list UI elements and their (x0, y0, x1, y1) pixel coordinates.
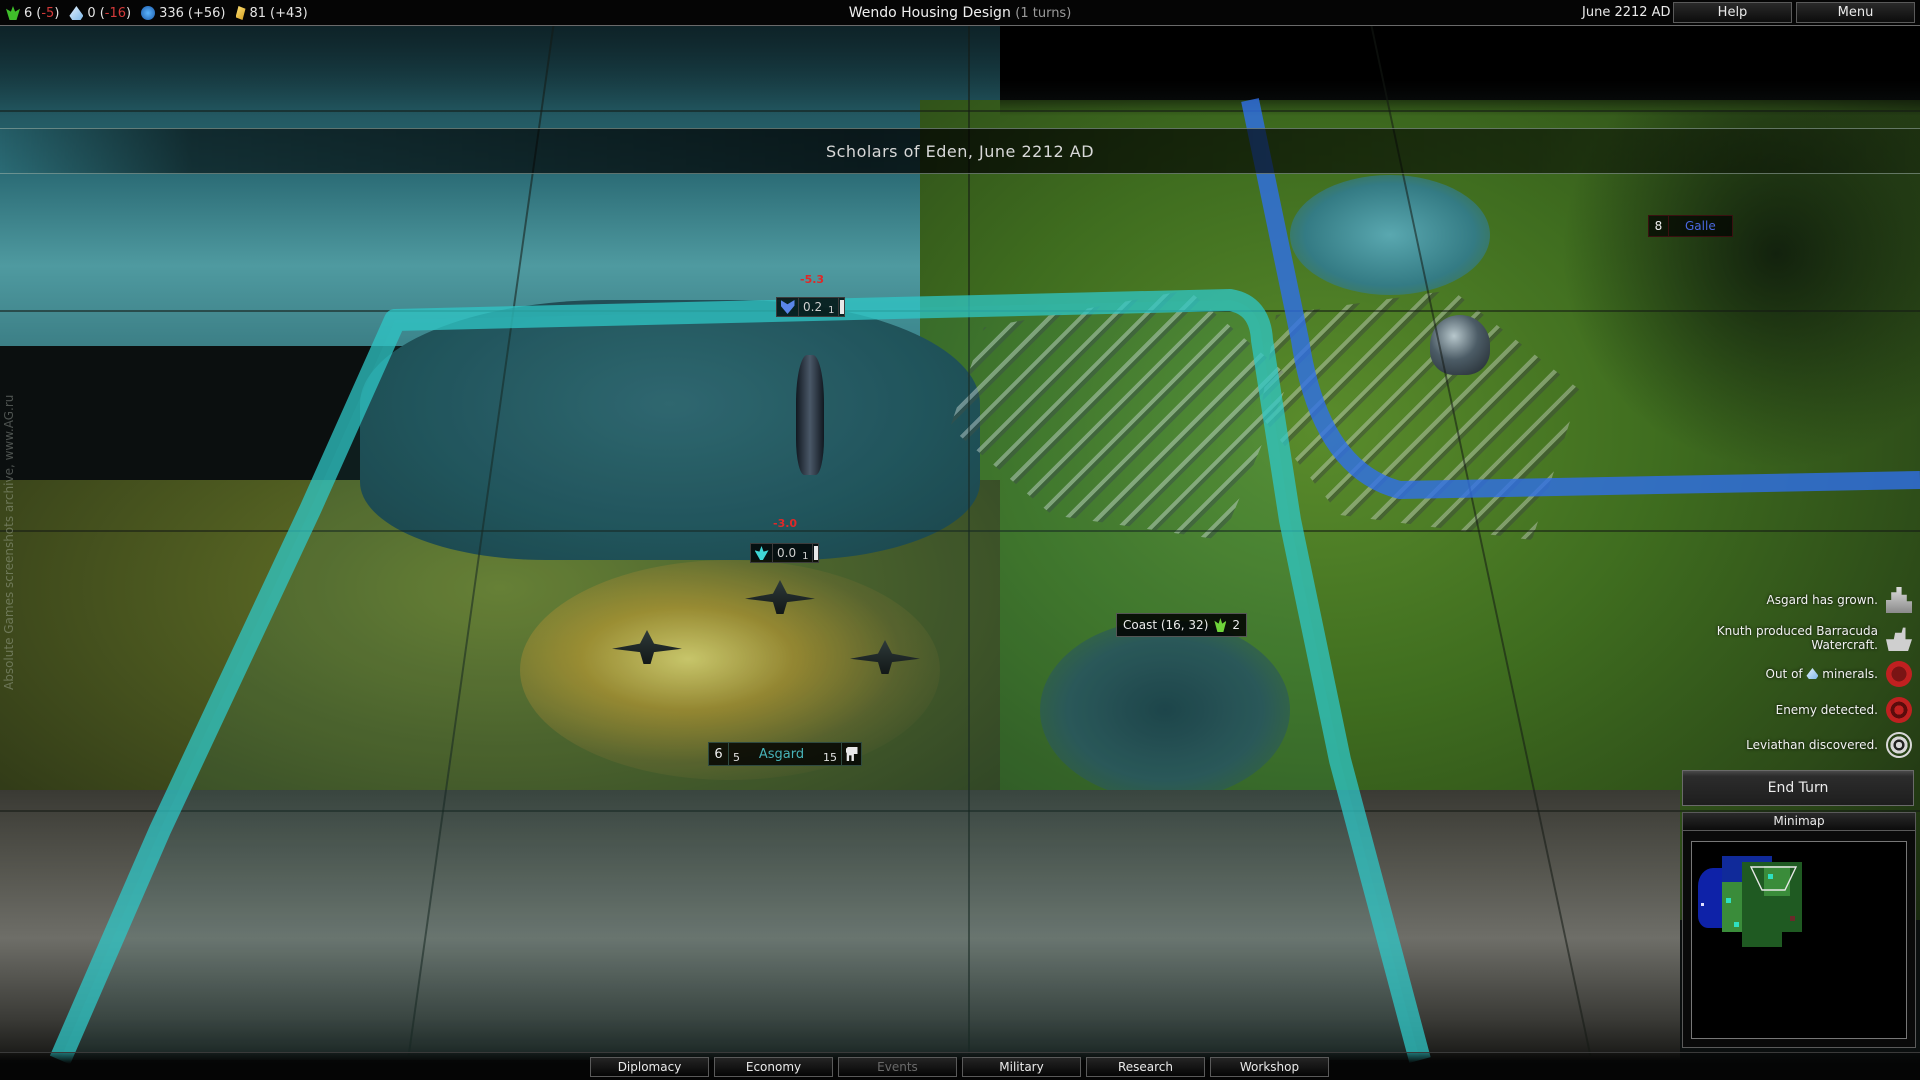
minimap-camera-frustum[interactable] (1750, 866, 1798, 892)
project-turns: (1 turns) (1015, 6, 1072, 21)
city-left-value: 5 (733, 751, 740, 764)
resource-minerals: 0 (-16) (69, 6, 131, 21)
aircraft-unit-stats: 0.0 1 (773, 544, 812, 562)
ship-unit-stats: 0.2 1 (799, 298, 838, 316)
event-leviathan-discovered[interactable]: Leviathan discovered. (1746, 732, 1912, 758)
ship-unit-count: 1 (828, 305, 835, 316)
tab-diplomacy[interactable]: Diplomacy (590, 1057, 709, 1077)
project-name: Wendo Housing Design (848, 5, 1011, 21)
city-info: 5 Asgard 15 (729, 743, 841, 765)
enemy-alert-icon (1886, 697, 1912, 723)
minimap-unit-marker (1701, 903, 1704, 906)
credits-delta-value: +43 (275, 5, 303, 21)
menu-button[interactable]: Menu (1796, 2, 1915, 23)
aircraft-damage-text: -3.0 (773, 517, 798, 530)
no-minerals-icon (1886, 661, 1912, 687)
minimap-view[interactable] (1691, 841, 1907, 1039)
event-enemy-detected[interactable]: Enemy detected. (1776, 697, 1912, 723)
minimap-city (1726, 898, 1731, 903)
resource-bar: 6 (-5) 0 (-16) 336 (+56) 81 (+43) (6, 0, 308, 26)
ship-unit-label[interactable]: 0.2 1 (776, 297, 846, 317)
turn-banner-text: Scholars of Eden, June 2212 AD (825, 142, 1095, 161)
credits-delta: (+43) (270, 5, 308, 21)
tab-events[interactable]: Events (838, 1057, 957, 1077)
top-bar: 6 (-5) 0 (-16) 336 (+56) 81 (+43) Wendo … (0, 0, 1920, 26)
event-text-after: minerals. (1822, 667, 1878, 681)
tab-economy[interactable]: Economy (714, 1057, 833, 1077)
minimap-enemy-marker (1790, 916, 1795, 921)
end-turn-button[interactable]: End Turn (1682, 770, 1914, 806)
ship-icon (1886, 627, 1912, 651)
bottom-bar: Diplomacy Economy Events Military Resear… (0, 1052, 1920, 1080)
aircraft-unit-count: 1 (802, 551, 809, 562)
minerals-icon (69, 6, 84, 20)
minerals-delta-value: -16 (104, 5, 126, 21)
player-city-label[interactable]: 6 5 Asgard 15 (708, 742, 862, 766)
tile-terrain: Coast (16, 32) (1123, 618, 1209, 632)
wing-emblem-icon (754, 546, 769, 560)
minimap-land (1742, 912, 1782, 947)
aircraft-unit-value: 0.0 (777, 546, 797, 560)
event-text: Enemy detected. (1775, 703, 1878, 717)
event-city-grown[interactable]: Asgard has grown. (1767, 587, 1912, 613)
tab-research[interactable]: Research (1086, 1057, 1205, 1077)
game-date: June 2212 AD (1582, 5, 1671, 20)
research-value: 336 (159, 5, 184, 21)
research-delta: (+56) (187, 5, 226, 21)
minerals-icon (1806, 668, 1819, 679)
enemy-city-label[interactable]: 8 Galle (1648, 215, 1733, 237)
credits-icon (235, 6, 246, 20)
research-icon (141, 6, 156, 20)
ship-unit-value: 0.2 (803, 300, 823, 314)
event-text: Knuth produced Barracuda Watercraft. (1716, 624, 1878, 652)
enemy-city-population: 8 (1649, 216, 1669, 236)
food-value: 6 (24, 5, 33, 21)
ship-emblem-box (777, 298, 799, 316)
city-right-value: 15 (823, 751, 837, 764)
help-button[interactable]: Help (1673, 2, 1792, 23)
minimap-city (1734, 922, 1739, 927)
resource-food: 6 (-5) (6, 6, 59, 21)
enemy-city-name: Galle (1685, 219, 1716, 233)
city-population: 6 (709, 743, 729, 765)
event-text: Leviathan discovered. (1746, 738, 1878, 752)
resource-credits: 81 (+43) (235, 5, 308, 21)
eye-icon (1886, 732, 1912, 758)
food-icon (6, 6, 20, 20)
city-production-box (841, 743, 861, 765)
event-unit-produced[interactable]: Knuth produced Barracuda Watercraft. (1682, 624, 1912, 652)
aircraft-health-bar (812, 544, 818, 562)
minerals-value: 0 (87, 5, 96, 21)
event-out-of-minerals[interactable]: Out of minerals. (1766, 661, 1912, 687)
ship-damage-text: -5.3 (800, 273, 825, 286)
tile-food-value: 2 (1232, 618, 1241, 632)
watermark: Absolute Games screenshots archive, www.… (2, 394, 16, 690)
city-growth-icon (1886, 587, 1912, 613)
turn-banner: Scholars of Eden, June 2212 AD (0, 128, 1920, 174)
food-icon (1214, 618, 1227, 632)
ship-unit-sprite[interactable] (796, 355, 824, 475)
event-text: Out of minerals. (1766, 667, 1879, 681)
food-delta-value: -5 (41, 5, 55, 21)
ship-health-bar (838, 298, 844, 316)
minerals-delta: (-16) (99, 5, 132, 21)
credits-value: 81 (249, 5, 267, 21)
chevron-shield-icon (780, 300, 795, 314)
tile-tooltip: Coast (16, 32) 2 (1116, 613, 1248, 637)
event-text: Asgard has grown. (1766, 593, 1878, 607)
aircraft-emblem-box (751, 544, 773, 562)
mech-icon (845, 747, 858, 761)
tab-workshop[interactable]: Workshop (1210, 1057, 1329, 1077)
food-delta: (-5) (36, 5, 60, 21)
city-name: Asgard (758, 746, 805, 762)
research-delta-value: +56 (192, 5, 221, 21)
resource-research: 336 (+56) (141, 5, 226, 21)
event-text-before: Out of (1765, 667, 1803, 681)
minimap-panel: Minimap (1682, 812, 1916, 1048)
tab-military[interactable]: Military (962, 1057, 1081, 1077)
minimap-title: Minimap (1683, 813, 1915, 831)
aircraft-unit-label[interactable]: 0.0 1 (750, 543, 820, 563)
